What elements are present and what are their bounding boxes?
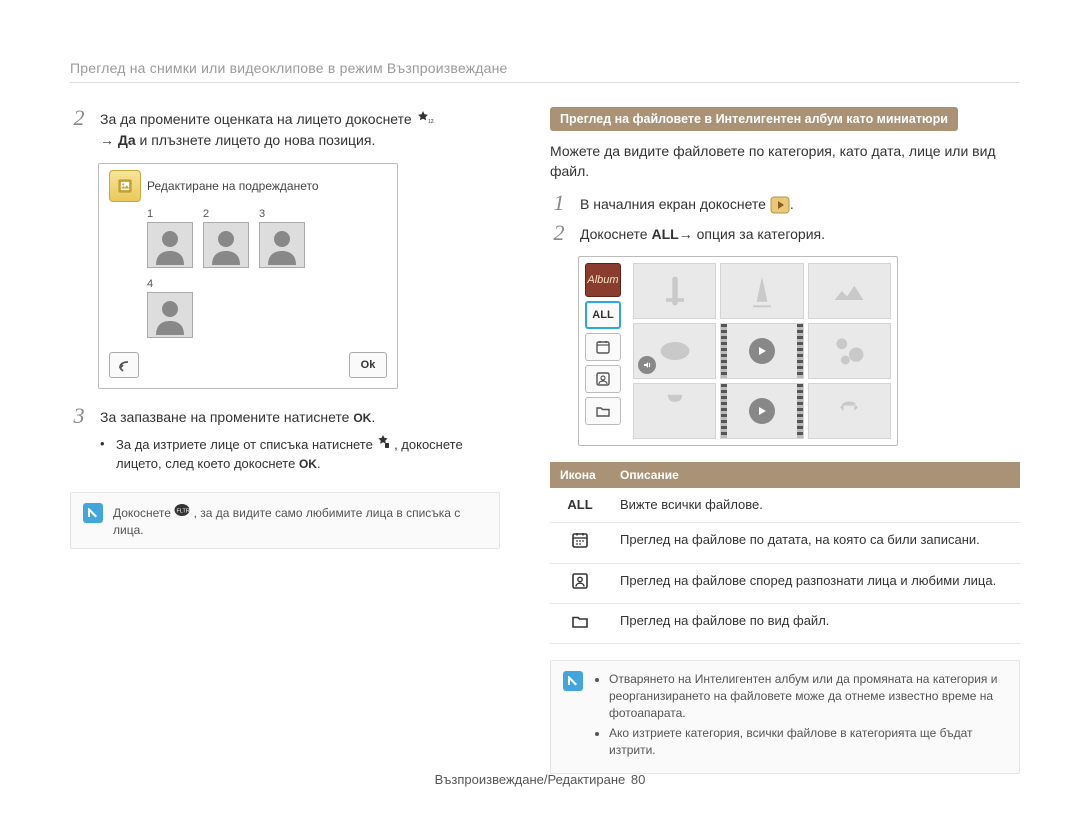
step-3-substep: • За да изтриете лице от списъка натисне… bbox=[100, 435, 500, 474]
step-2: 2 За да промените оценката на лицето док… bbox=[70, 107, 500, 151]
step-number: 2 bbox=[70, 107, 88, 151]
intro-paragraph: Можете да видите файловете по категория,… bbox=[550, 141, 1020, 182]
grid-thumb[interactable] bbox=[808, 383, 891, 439]
table-row: Преглед на файлове по датата, на която с… bbox=[550, 523, 1020, 563]
folder-icon bbox=[550, 603, 610, 643]
arrange-title: Редактиране на подреждането bbox=[147, 179, 319, 193]
desc-face: Преглед на файлове според разпознати лиц… bbox=[610, 563, 1020, 603]
grid-thumb[interactable] bbox=[808, 323, 891, 379]
all-tab[interactable]: ALL bbox=[585, 301, 621, 329]
grid-thumb-audio[interactable] bbox=[633, 323, 716, 379]
ok-button[interactable]: Ok bbox=[349, 352, 387, 378]
person-icon bbox=[550, 563, 610, 603]
icon-all: ALL bbox=[550, 488, 610, 523]
desc-all: Вижте всички файлове. bbox=[610, 488, 1020, 523]
smart-album-screen: Album ALL bbox=[578, 256, 898, 446]
face-thumb-1[interactable]: 1 bbox=[147, 208, 193, 268]
note-icon bbox=[83, 503, 103, 523]
edit-arrange-screen: Редактиране на подреждането 1 2 3 bbox=[98, 163, 398, 389]
step-3-text: За запазване на промените натиснете bbox=[100, 409, 353, 425]
table-row: Преглед на файлове според разпознати лиц… bbox=[550, 563, 1020, 603]
step-2-text-2b: и плъзнете лицето до нова позиция. bbox=[136, 132, 376, 148]
note-box-left: Докоснете FLTR , за да видите само любим… bbox=[70, 492, 500, 550]
ok-glyph-icon: OK bbox=[353, 411, 371, 425]
r-step-1: 1 В началния екран докоснете . bbox=[550, 192, 1020, 214]
breadcrumb: Преглед на снимки или видеоклипове в реж… bbox=[70, 60, 1020, 76]
album-tab[interactable]: Album bbox=[585, 263, 621, 297]
step-number: 3 bbox=[70, 405, 88, 427]
arrange-app-icon bbox=[109, 170, 141, 202]
th-desc: Описание bbox=[610, 462, 1020, 488]
calendar-icon bbox=[550, 523, 610, 563]
substep-text-a: За да изтриете лице от списъка натиснете bbox=[116, 437, 376, 452]
note-icon bbox=[563, 671, 583, 691]
play-icon bbox=[749, 338, 775, 364]
note-right-item-1: Отварянето на Интелигентен албум или да … bbox=[609, 671, 1007, 721]
section-header: Преглед на файловете в Интелигентен албу… bbox=[550, 107, 958, 131]
step-3: 3 За запазване на промените натиснете OK… bbox=[70, 405, 500, 427]
note-left-text-a: Докоснете bbox=[113, 506, 174, 520]
face-tab[interactable] bbox=[585, 365, 621, 393]
playback-mode-icon bbox=[770, 196, 790, 214]
step-number: 1 bbox=[550, 192, 568, 214]
table-row: Преглед на файлове по вид файл. bbox=[550, 603, 1020, 643]
table-row: ALL Вижте всички файлове. bbox=[550, 488, 1020, 523]
desc-type: Преглед на файлове по вид файл. bbox=[610, 603, 1020, 643]
folder-tab[interactable] bbox=[585, 397, 621, 425]
grid-thumb[interactable] bbox=[720, 263, 803, 319]
icon-description-table: Икона Описание ALL Вижте всички файлове.… bbox=[550, 462, 1020, 644]
grid-thumb-video[interactable] bbox=[720, 383, 803, 439]
desc-date: Преглед на файлове по датата, на която с… bbox=[610, 523, 1020, 563]
r-step-2-text-a: Докоснете bbox=[580, 226, 651, 242]
grid-thumb[interactable] bbox=[633, 263, 716, 319]
r-step-2: 2 Докоснете ALL→ опция за категория. bbox=[550, 222, 1020, 244]
footer-page-number: 80 bbox=[631, 772, 645, 787]
step-number: 2 bbox=[550, 222, 568, 244]
note-right-item-2: Ако изтриете категория, всички файлове в… bbox=[609, 725, 1007, 759]
r-step-2-text-b: → опция за категория. bbox=[679, 226, 825, 242]
ok-glyph-icon: OK bbox=[299, 457, 317, 471]
star-trash-icon bbox=[376, 437, 394, 452]
r-step-2-all: ALL bbox=[651, 226, 678, 242]
star-rank-icon: 123 bbox=[416, 110, 434, 130]
step-2-text-2a: → bbox=[100, 132, 118, 148]
filter-favorites-icon: FLTR bbox=[174, 506, 193, 520]
th-icon: Икона bbox=[550, 462, 610, 488]
step-2-yes: Да bbox=[118, 132, 136, 148]
play-icon bbox=[749, 398, 775, 424]
note-box-right: Отварянето на Интелигентен албум или да … bbox=[550, 660, 1020, 774]
header-rule bbox=[70, 82, 1020, 83]
svg-text:FLTR: FLTR bbox=[177, 508, 190, 514]
footer-section: Възпроизвеждане/Редактиране bbox=[435, 772, 626, 787]
face-thumb-4[interactable]: 4 bbox=[147, 278, 387, 338]
grid-thumb-video[interactable] bbox=[720, 323, 803, 379]
svg-text:123: 123 bbox=[428, 119, 434, 125]
step-2-text-1: За да промените оценката на лицето докос… bbox=[100, 111, 416, 127]
face-thumb-2[interactable]: 2 bbox=[203, 208, 249, 268]
grid-thumb[interactable] bbox=[808, 263, 891, 319]
r-step-1-text: В началния екран докоснете bbox=[580, 196, 770, 212]
page-footer: Възпроизвеждане/Редактиране 80 bbox=[0, 772, 1080, 787]
back-button[interactable] bbox=[109, 352, 139, 378]
date-tab[interactable] bbox=[585, 333, 621, 361]
face-thumb-3[interactable]: 3 bbox=[259, 208, 305, 268]
volume-icon bbox=[638, 356, 656, 374]
grid-thumb[interactable] bbox=[633, 383, 716, 439]
